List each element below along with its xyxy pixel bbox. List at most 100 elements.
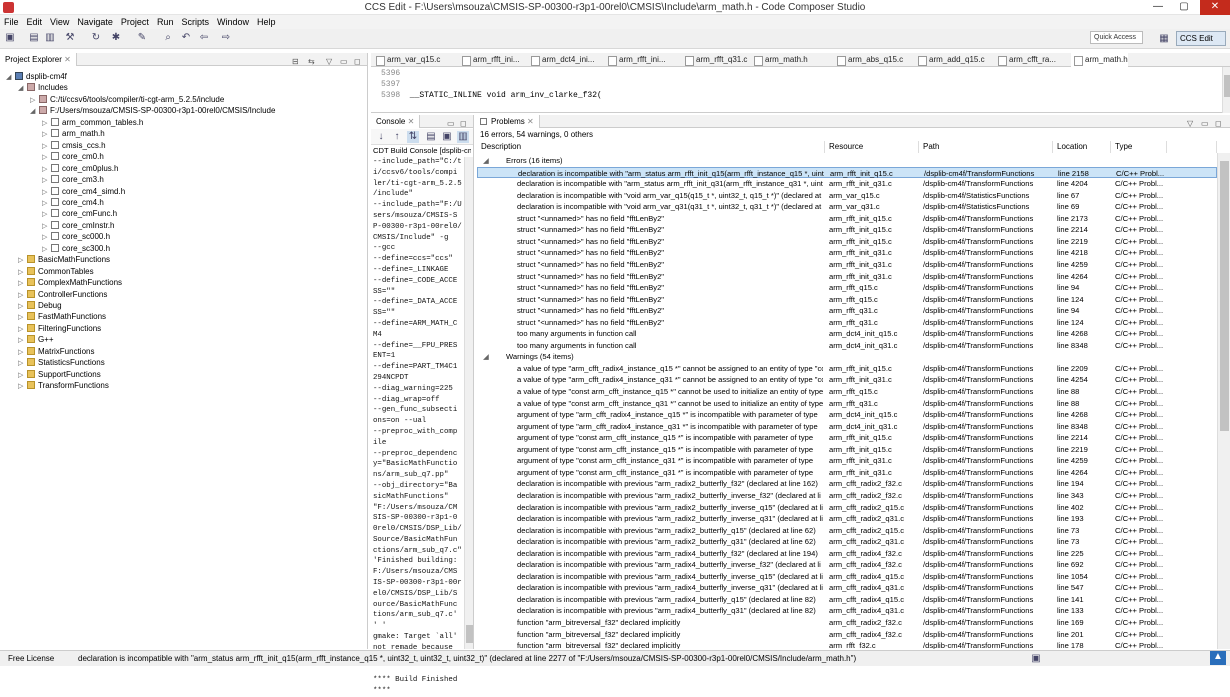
maximize-view-icon[interactable]: ◻	[1215, 117, 1222, 130]
editor-tab[interactable]: arm_math.h	[751, 53, 808, 67]
forward-icon[interactable]: ⇨	[220, 32, 232, 44]
twisty-icon[interactable]: ▷	[18, 381, 27, 392]
problem-row[interactable]: declaration is incompatible with previou…	[477, 490, 1217, 502]
problem-row[interactable]: a value of type "const arm_cfft_instance…	[477, 398, 1217, 410]
editor-tab[interactable]: arm_var_q15.c	[373, 53, 440, 67]
problem-row[interactable]: declaration is incompatible with previou…	[477, 571, 1217, 583]
tree-item[interactable]: ▷ StatisticsFunctions	[18, 357, 105, 368]
problem-row[interactable]: ✕struct "<unnamed>" has no field "fftLen…	[477, 213, 1217, 225]
twisty-icon[interactable]: ▷	[42, 129, 51, 140]
problem-row[interactable]: function "arm_bitreversal_f32" declared …	[477, 629, 1217, 641]
tree-item[interactable]: ▷ core_cm4_simd.h	[42, 186, 125, 197]
twisty-icon[interactable]: ▷	[42, 141, 51, 152]
refresh-icon[interactable]: ↻	[90, 32, 102, 44]
menu-window[interactable]: Window	[213, 15, 253, 29]
twisty-icon[interactable]: ▷	[42, 152, 51, 163]
twisty-icon[interactable]: ▷	[18, 255, 27, 266]
twisty-icon[interactable]: ▷	[18, 324, 27, 335]
scroll-up-icon[interactable]: ↑	[391, 131, 403, 143]
problem-row[interactable]: declaration is incompatible with previou…	[477, 559, 1217, 571]
problem-row[interactable]: declaration is incompatible with previou…	[477, 536, 1217, 548]
editor-tab[interactable]: arm_rfft_ini...	[459, 53, 520, 67]
progress-icon[interactable]: ▣	[1030, 653, 1042, 665]
tree-item[interactable]: ▷ SupportFunctions	[18, 369, 101, 380]
editor-tab[interactable]: arm_rfft_ini...	[605, 53, 666, 67]
tree-item[interactable]: ▷ cmsis_ccs.h	[42, 140, 106, 151]
code-line[interactable]: 5397	[381, 80, 405, 89]
prev-edit-icon[interactable]: ↶	[180, 32, 192, 44]
maximize-view-icon[interactable]: ◻	[354, 55, 361, 68]
editor-tab[interactable]: arm_rfft_q31.c	[682, 53, 747, 67]
tree-item[interactable]: ▷ core_sc000.h	[42, 231, 110, 242]
problem-row[interactable]: ✕struct "<unnamed>" has no field "fftLen…	[477, 282, 1217, 294]
editor-tab[interactable]: arm_dct4_ini...	[528, 53, 594, 67]
problem-row[interactable]: declaration is incompatible with previou…	[477, 513, 1217, 525]
ccs-edit-perspective-button[interactable]: CCS Edit	[1176, 31, 1226, 46]
column-resource[interactable]: Resource	[825, 141, 919, 153]
tree-item[interactable]: ▷ arm_math.h	[42, 128, 105, 139]
tree-item[interactable]: ▷ core_cmFunc.h	[42, 208, 117, 219]
twisty-icon[interactable]: ◢	[483, 351, 489, 363]
column-description[interactable]: Description	[477, 141, 825, 153]
tree-item[interactable]: ▷ FilteringFunctions	[18, 323, 101, 334]
problem-row[interactable]: ✕struct "<unnamed>" has no field "fftLen…	[477, 247, 1217, 259]
tree-item[interactable]: ▷ TransformFunctions	[18, 380, 109, 391]
problem-row[interactable]: declaration is incompatible with previou…	[477, 478, 1217, 490]
twisty-icon[interactable]: ▷	[18, 347, 27, 358]
menu-file[interactable]: File	[0, 15, 23, 29]
link-editor-icon[interactable]: ⇆	[308, 55, 315, 68]
twisty-icon[interactable]: ▷	[42, 221, 51, 232]
tree-item[interactable]: ▷ core_cmInstr.h	[42, 220, 114, 231]
minimize-view-icon[interactable]: ▭	[1201, 117, 1209, 130]
problem-row[interactable]: declaration is incompatible with previou…	[477, 502, 1217, 514]
collapse-all-icon[interactable]: ⊟	[292, 55, 299, 68]
problem-row[interactable]: ✕declaration is incompatible with "arm_s…	[477, 166, 1217, 179]
maximize-button[interactable]: ▢	[1172, 0, 1196, 15]
flash-icon[interactable]: ✎	[136, 32, 148, 44]
twisty-icon[interactable]: ▷	[18, 335, 27, 346]
twisty-icon[interactable]: ◢	[483, 155, 489, 167]
pin-console-icon[interactable]: ▣	[441, 131, 453, 143]
twisty-icon[interactable]: ▷	[42, 187, 51, 198]
problem-row[interactable]: function "arm_bitreversal_f32" declared …	[477, 617, 1217, 629]
tree-item[interactable]: ▷ core_cm3.h	[42, 174, 104, 185]
warnings-group[interactable]: ◢ Warnings (54 items)	[477, 351, 1217, 363]
problem-row[interactable]: ✕struct "<unnamed>" has no field "fftLen…	[477, 224, 1217, 236]
problem-row[interactable]: declaration is incompatible with previou…	[477, 582, 1217, 594]
twisty-icon[interactable]: ▷	[42, 209, 51, 220]
minimize-view-icon[interactable]: ▭	[340, 55, 348, 68]
tab-console[interactable]: Console ✕	[371, 115, 421, 128]
problems-scrollbar[interactable]	[1217, 153, 1230, 649]
twisty-icon[interactable]: ▷	[18, 301, 27, 312]
editor-tab[interactable]: arm_math.h	[1071, 53, 1128, 67]
problem-row[interactable]: ✕struct "<unnamed>" has no field "fftLen…	[477, 305, 1217, 317]
menu-help[interactable]: Help	[253, 15, 280, 29]
save-icon[interactable]: ▤	[28, 32, 40, 44]
new-icon[interactable]: ▣	[4, 32, 16, 44]
twisty-icon[interactable]: ▷	[42, 232, 51, 243]
tree-item[interactable]: ◢ F:/Users/msouza/CMSIS-SP-00300-r3p1-00r…	[30, 105, 275, 116]
close-button[interactable]: ✕	[1200, 0, 1230, 15]
errors-group[interactable]: ◢✕Errors (16 items)	[477, 155, 1217, 167]
problem-row[interactable]: declaration is incompatible with previou…	[477, 594, 1217, 606]
menu-project[interactable]: Project	[117, 15, 153, 29]
problem-row[interactable]: ✕too many arguments in function callarm_…	[477, 328, 1217, 340]
notification-icon[interactable]: ▲	[1210, 651, 1226, 665]
twisty-icon[interactable]: ▷	[18, 278, 27, 289]
twisty-icon[interactable]: ▷	[42, 198, 51, 209]
search-icon[interactable]: ⌕	[162, 32, 174, 44]
problem-row[interactable]: declaration is incompatible with previou…	[477, 525, 1217, 537]
menu-navigate[interactable]: Navigate	[73, 15, 117, 29]
tree-item[interactable]: ◢ Includes	[18, 82, 68, 93]
minimize-button[interactable]: —	[1146, 0, 1170, 15]
view-menu-icon[interactable]: ▽	[1187, 117, 1193, 130]
tab-problems[interactable]: Problems ✕	[477, 115, 540, 128]
tree-item[interactable]: ▷ ComplexMathFunctions	[18, 277, 122, 288]
problem-row[interactable]: argument of type "const arm_cfft_instanc…	[477, 444, 1217, 456]
tree-item[interactable]: ▷ arm_common_tables.h	[42, 117, 143, 128]
problem-row[interactable]: ✕too many arguments in function callarm_…	[477, 340, 1217, 352]
tree-item[interactable]: ▷ core_cm0.h	[42, 151, 104, 162]
problem-row[interactable]: argument of type "arm_cfft_radix4_instan…	[477, 409, 1217, 421]
back-icon[interactable]: ⇦	[198, 32, 210, 44]
tab-project-explorer[interactable]: Project Explorer ✕	[0, 53, 77, 66]
